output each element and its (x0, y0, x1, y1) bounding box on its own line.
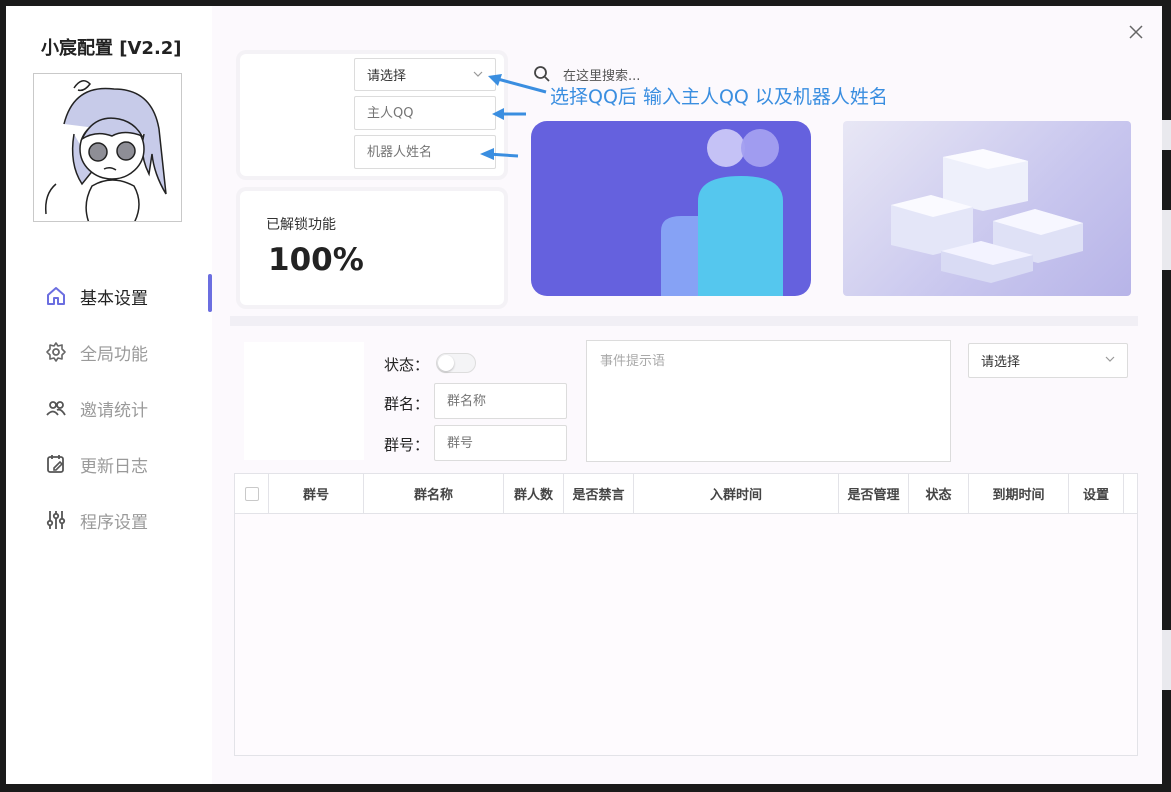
nav-item-invite-stats[interactable]: 邀请统计 (6, 380, 212, 436)
stat-label: 已解锁功能 (266, 217, 336, 233)
group-id-label: 群号： (384, 436, 430, 454)
app-title: 小宸配置 [V2.2] (41, 38, 182, 59)
nav-item-program-settings[interactable]: 程序设置 (6, 492, 212, 548)
search-icon (534, 66, 550, 82)
home-icon (44, 284, 68, 308)
close-icon (1129, 25, 1143, 39)
close-button[interactable] (1124, 20, 1148, 44)
qq-select-value: 请选择 (367, 69, 407, 84)
nav-item-changelog[interactable]: 更新日志 (6, 436, 212, 492)
group-avatar-placeholder (244, 342, 364, 460)
status-toggle[interactable] (436, 353, 476, 373)
column-header[interactable]: 群人数 (504, 474, 564, 513)
nav-item-label: 更新日志 (80, 456, 148, 477)
banner-illustration-people (531, 121, 811, 296)
nav-item-label: 全局功能 (80, 344, 148, 365)
chevron-down-icon (1105, 356, 1115, 362)
column-header[interactable]: 状态 (909, 474, 969, 513)
sidebar: 小宸配置 [V2.2] 基本设置 全局功能 邀请统计 更新日志 程序设置 (6, 6, 212, 784)
column-header[interactable]: 群号 (269, 474, 364, 513)
banner-illustration-blocks (843, 121, 1131, 296)
active-indicator (208, 274, 212, 312)
column-header[interactable]: 设置 (1069, 474, 1124, 513)
nav-item-label: 邀请统计 (80, 400, 148, 421)
nav-item-global-features[interactable]: 全局功能 (6, 324, 212, 380)
search-placeholder: 在这里搜索... (563, 68, 641, 84)
toggle-knob (438, 355, 454, 371)
config-card: 请选择 (240, 54, 504, 176)
nav-item-label: 基本设置 (80, 288, 148, 309)
calendar-edit-icon (44, 452, 68, 476)
sliders-icon (44, 508, 68, 532)
column-header[interactable]: 是否管理 (839, 474, 909, 513)
group-name-input[interactable] (434, 383, 567, 419)
event-message-placeholder: 事件提示语 (600, 354, 666, 369)
table-header: 群号 群名称 群人数 是否禁言 入群时间 是否管理 状态 到期时间 设置 (235, 474, 1137, 514)
nav-item-label: 程序设置 (80, 512, 148, 533)
group-id-input[interactable] (434, 425, 567, 461)
nav-item-basic-settings[interactable]: 基本设置 (6, 268, 212, 324)
column-header[interactable]: 群名称 (364, 474, 504, 513)
select-all-checkbox[interactable] (244, 486, 259, 501)
avatar (33, 73, 182, 222)
event-message-textarea[interactable]: 事件提示语 (586, 340, 951, 462)
group-select-value: 请选择 (981, 355, 1021, 370)
users-icon (44, 396, 68, 420)
column-header[interactable]: 是否禁言 (564, 474, 634, 513)
app-window: 小宸配置 [V2.2] 基本设置 全局功能 邀请统计 更新日志 程序设置 请选择… (6, 6, 1162, 784)
column-header[interactable]: 到期时间 (969, 474, 1069, 513)
stat-value: 100% (268, 242, 364, 278)
select-all-cell (235, 474, 269, 513)
group-name-label: 群名： (384, 395, 430, 413)
group-table: 群号 群名称 群人数 是否禁言 入群时间 是否管理 状态 到期时间 设置 (234, 473, 1138, 756)
column-header[interactable]: 入群时间 (634, 474, 839, 513)
gear-icon (44, 340, 68, 364)
section-divider (230, 316, 1138, 326)
group-select[interactable]: 请选择 (968, 343, 1128, 378)
annotation-text: 选择QQ后 输入主人QQ 以及机器人姓名 (550, 86, 888, 108)
status-label: 状态： (384, 356, 430, 374)
sidebar-nav: 基本设置 全局功能 邀请统计 更新日志 程序设置 (6, 268, 212, 548)
